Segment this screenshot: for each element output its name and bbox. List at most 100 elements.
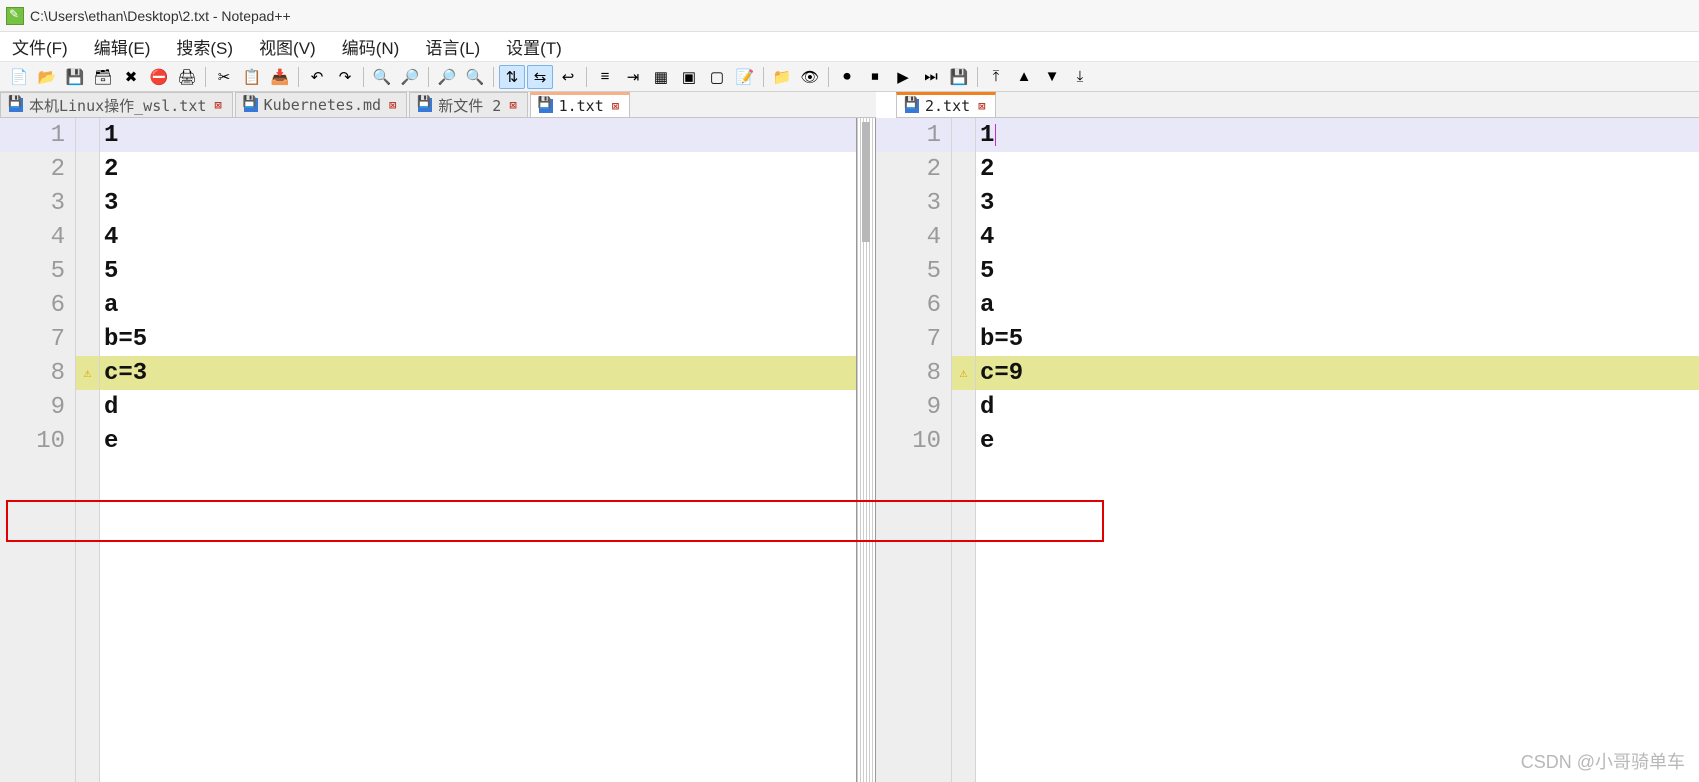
- menu-view[interactable]: 视图(V): [255, 31, 320, 62]
- code-line[interactable]: c=3: [100, 356, 856, 390]
- editor-body-right[interactable]: 12345678910⚠12345ab=5c=9de: [876, 118, 1699, 782]
- tab-2-txt[interactable]: 2.txt⊠: [896, 92, 996, 117]
- wrap-button[interactable]: ↩: [555, 65, 581, 89]
- close-button[interactable]: ✖: [118, 65, 144, 89]
- code-line[interactable]: 4: [976, 220, 1699, 254]
- line-number[interactable]: 9: [0, 390, 75, 424]
- tab-1-txt[interactable]: 1.txt⊠: [530, 92, 630, 117]
- menu-settings[interactable]: 设置(T): [502, 31, 566, 62]
- zoom-out-button[interactable]: 🔍: [462, 65, 488, 89]
- fold-button[interactable]: ▣: [676, 65, 702, 89]
- code-line[interactable]: 3: [976, 186, 1699, 220]
- tab-close-icon[interactable]: ⊠: [387, 98, 398, 112]
- code-line[interactable]: 1: [976, 118, 1699, 152]
- line-number[interactable]: 7: [0, 322, 75, 356]
- line-number[interactable]: 8: [876, 356, 951, 390]
- save-macro-button[interactable]: 💾: [946, 65, 972, 89]
- sync-v-button[interactable]: ⇅: [499, 65, 525, 89]
- code-line[interactable]: 5: [100, 254, 856, 288]
- line-number[interactable]: 5: [876, 254, 951, 288]
- menu-encoding[interactable]: 编码(N): [338, 31, 404, 62]
- line-number[interactable]: 7: [876, 322, 951, 356]
- code-line[interactable]: a: [976, 288, 1699, 322]
- splitter[interactable]: [856, 118, 876, 782]
- line-number[interactable]: 2: [0, 152, 75, 186]
- line-number[interactable]: 8: [0, 356, 75, 390]
- paste-button[interactable]: 📥: [267, 65, 293, 89]
- code-line[interactable]: 2: [100, 152, 856, 186]
- code-line[interactable]: 2: [976, 152, 1699, 186]
- code-line[interactable]: c=9: [976, 356, 1699, 390]
- line-number[interactable]: 10: [876, 424, 951, 458]
- open-button[interactable]: 📂: [34, 65, 60, 89]
- marker-margin[interactable]: ⚠: [76, 118, 100, 782]
- code-line[interactable]: b=5: [100, 322, 856, 356]
- title-bar[interactable]: C:\Users\ethan\Desktop\2.txt - Notepad++: [0, 0, 1699, 32]
- line-number[interactable]: 6: [876, 288, 951, 322]
- tab-close-icon[interactable]: ⊠: [507, 98, 518, 112]
- marker-margin[interactable]: ⚠: [952, 118, 976, 782]
- tab-close-icon[interactable]: ⊠: [212, 98, 223, 112]
- code-area[interactable]: 12345ab=5c=3de: [100, 118, 856, 782]
- folder-button[interactable]: 📁: [769, 65, 795, 89]
- close-all-button[interactable]: ⛔: [146, 65, 172, 89]
- menu-language[interactable]: 语言(L): [421, 31, 484, 62]
- line-number[interactable]: 4: [876, 220, 951, 254]
- up-button[interactable]: ▲: [1011, 65, 1037, 89]
- code-line[interactable]: 1: [100, 118, 856, 152]
- new-file-button[interactable]: 📄: [6, 65, 32, 89]
- line-number[interactable]: 2: [876, 152, 951, 186]
- code-line[interactable]: e: [100, 424, 856, 458]
- tab-close-icon[interactable]: ⊠: [976, 99, 987, 113]
- cut-button[interactable]: ✂: [211, 65, 237, 89]
- line-number[interactable]: 1: [0, 118, 75, 152]
- code-line[interactable]: d: [976, 390, 1699, 424]
- unfold-button[interactable]: ▢: [704, 65, 730, 89]
- redo-button[interactable]: ↷: [332, 65, 358, 89]
- code-line[interactable]: b=5: [976, 322, 1699, 356]
- comment-button[interactable]: 📝: [732, 65, 758, 89]
- code-line[interactable]: a: [100, 288, 856, 322]
- toggle-all-button[interactable]: ≡: [592, 65, 618, 89]
- line-number[interactable]: 9: [876, 390, 951, 424]
- menu-file[interactable]: 文件(F): [8, 31, 72, 62]
- zoom-in-button[interactable]: 🔎: [434, 65, 460, 89]
- replace-button[interactable]: 🔎: [397, 65, 423, 89]
- code-area[interactable]: 12345ab=5c=9de: [976, 118, 1699, 782]
- find-button[interactable]: 🔍: [369, 65, 395, 89]
- code-line[interactable]: 3: [100, 186, 856, 220]
- tab-Kubernetes-md[interactable]: Kubernetes.md⊠: [235, 92, 408, 117]
- copy-button[interactable]: 📋: [239, 65, 265, 89]
- line-number[interactable]: 5: [0, 254, 75, 288]
- line-number[interactable]: 3: [876, 186, 951, 220]
- code-line[interactable]: d: [100, 390, 856, 424]
- guide-button[interactable]: ▦: [648, 65, 674, 89]
- tab--2[interactable]: 新文件 2⊠: [409, 92, 527, 117]
- line-number[interactable]: 1: [876, 118, 951, 152]
- stop-button[interactable]: ⏹: [862, 65, 888, 89]
- indent-button[interactable]: ⇥: [620, 65, 646, 89]
- line-number-gutter[interactable]: 12345678910: [0, 118, 76, 782]
- record-button[interactable]: ⏺: [834, 65, 860, 89]
- save-button[interactable]: 💾: [62, 65, 88, 89]
- menu-edit[interactable]: 编辑(E): [90, 31, 155, 62]
- line-number-gutter[interactable]: 12345678910: [876, 118, 952, 782]
- sort-asc-button[interactable]: ⤒: [983, 65, 1009, 89]
- sort-desc-button[interactable]: ⤓: [1067, 65, 1093, 89]
- code-line[interactable]: 4: [100, 220, 856, 254]
- menu-search[interactable]: 搜索(S): [172, 31, 237, 62]
- play-button[interactable]: ▶: [890, 65, 916, 89]
- undo-button[interactable]: ↶: [304, 65, 330, 89]
- line-number[interactable]: 3: [0, 186, 75, 220]
- code-line[interactable]: 5: [976, 254, 1699, 288]
- eye-button[interactable]: 👁: [797, 65, 823, 89]
- print-button[interactable]: 🖨: [174, 65, 200, 89]
- save-all-button[interactable]: 🗃: [90, 65, 116, 89]
- line-number[interactable]: 10: [0, 424, 75, 458]
- code-line[interactable]: e: [976, 424, 1699, 458]
- tab--Linux-_wsl-txt[interactable]: 本机Linux操作_wsl.txt⊠: [0, 92, 233, 117]
- editor-body-left[interactable]: 12345678910⚠12345ab=5c=3de: [0, 118, 856, 782]
- line-number[interactable]: 4: [0, 220, 75, 254]
- down-button[interactable]: ▼: [1039, 65, 1065, 89]
- line-number[interactable]: 6: [0, 288, 75, 322]
